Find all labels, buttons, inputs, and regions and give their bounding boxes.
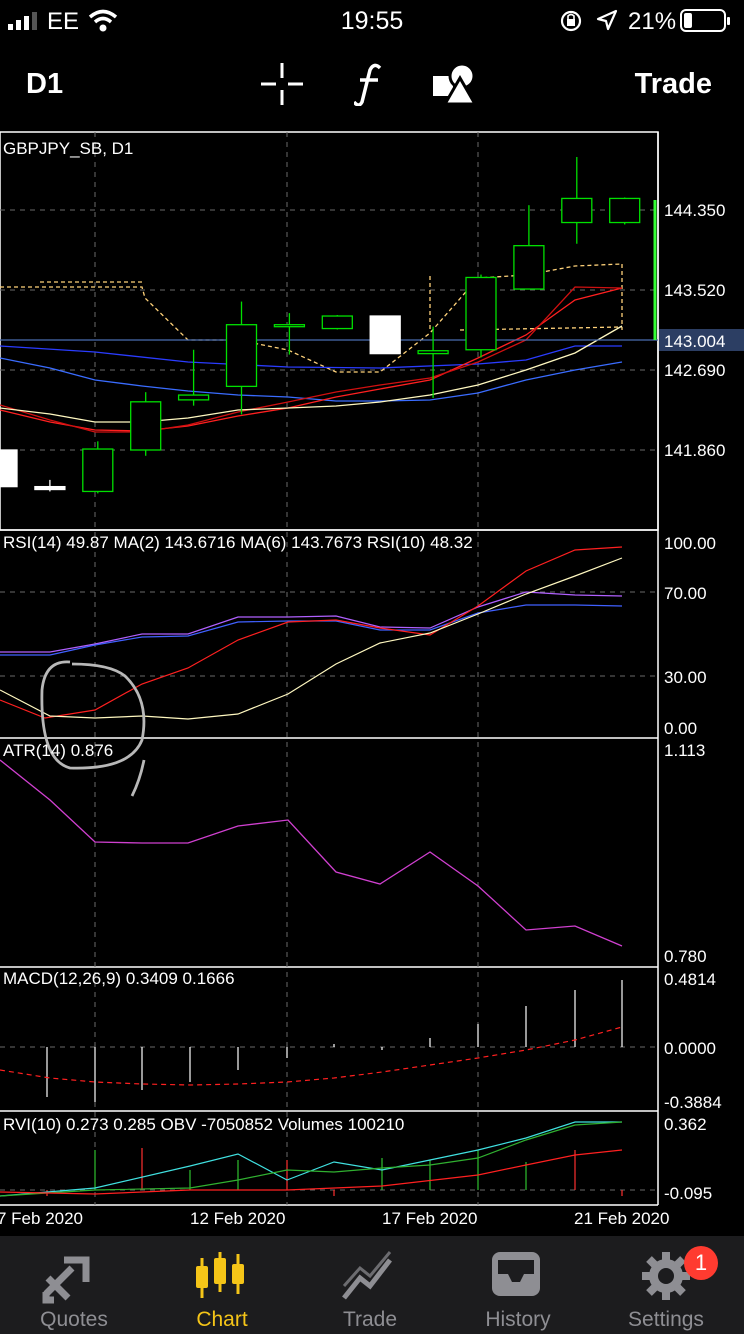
macd-tick: -0.3884 [664, 1093, 722, 1112]
horizontal-grid [0, 209, 658, 1191]
tab-trade[interactable]: Trade [296, 1236, 444, 1334]
tab-label: Settings [628, 1308, 704, 1331]
candle-body [609, 197, 641, 224]
candle-body [513, 245, 545, 290]
tab-chart[interactable]: Chart [148, 1236, 296, 1334]
price-tick: 143.520 [664, 281, 725, 300]
date-tick: 12 Feb 2020 [190, 1209, 285, 1228]
price-tick: 142.690 [664, 361, 725, 380]
candle-body [225, 324, 258, 388]
rsi-tick: 100.00 [664, 534, 716, 553]
candle-body [273, 324, 306, 328]
rvi-label: RVI(10) 0.273 0.285 OBV -7050852 Volumes… [3, 1115, 404, 1134]
candle-body [369, 315, 401, 355]
atr-label: ATR(14) 0.876 [3, 741, 113, 760]
vertical-grid [94, 132, 479, 1205]
tab-label: Chart [196, 1308, 248, 1331]
atr-tick: 0.780 [664, 947, 707, 966]
atr-tick: 1.113 [664, 741, 705, 760]
rsi-tick: 0.00 [664, 719, 697, 738]
date-tick: 7 Feb 2020 [0, 1209, 83, 1228]
macd-tick: 0.4814 [664, 970, 716, 989]
price-tick: 144.350 [664, 201, 725, 220]
candle-body [465, 276, 497, 351]
chart-area[interactable]: GBPJPY_SB, D1 RSI(14) 49.87 MA(2) 143.67… [0, 0, 744, 1236]
tab-bar: Quotes Chart Trade History Settings [0, 1236, 744, 1334]
date-tick: 21 Feb 2020 [574, 1209, 669, 1228]
date-tick: 17 Feb 2020 [382, 1209, 477, 1228]
candle-body [0, 449, 18, 488]
candle-body [82, 448, 114, 493]
rsi-tick: 70.00 [664, 584, 707, 603]
quotes-icon [42, 1256, 90, 1304]
tab-history[interactable]: History [444, 1236, 592, 1334]
candle-body [561, 197, 593, 224]
rsi-tick: 30.00 [664, 668, 707, 687]
candle-body [130, 401, 162, 451]
candle-body [417, 350, 449, 355]
current-price-label: 143.004 [664, 332, 725, 351]
tab-label: Trade [342, 1308, 398, 1331]
macd-signal-line [0, 1026, 623, 1086]
price-tick: 141.860 [664, 441, 725, 460]
rsi-label: RSI(14) 49.87 MA(2) 143.6716 MA(6) 143.7… [3, 533, 473, 552]
tab-label: History [485, 1308, 551, 1331]
atr-line [0, 759, 623, 947]
macd-label: MACD(12,26,9) 0.3409 0.1666 [3, 969, 235, 988]
hand-drawn-circle [40, 660, 146, 797]
candlesticks [0, 156, 641, 494]
rvi-tick: 0.362 [664, 1115, 707, 1134]
tab-quotes[interactable]: Quotes [0, 1236, 148, 1334]
candle-body [34, 485, 66, 491]
rvi-tick: -0.095 [664, 1184, 712, 1203]
tab-label: Quotes [40, 1308, 108, 1331]
macd-tick: 0.0000 [664, 1039, 716, 1058]
history-icon [492, 1252, 540, 1296]
candles-icon [196, 1252, 244, 1298]
trade-icon [342, 1251, 392, 1300]
candle-body [321, 315, 353, 330]
symbol-label: GBPJPY_SB, D1 [3, 139, 133, 158]
settings-badge: 1 [684, 1246, 718, 1280]
rsi-lines [0, 546, 623, 720]
candle-body [177, 394, 210, 401]
tab-settings[interactable]: Settings [592, 1236, 740, 1334]
macd-histogram [46, 980, 623, 1102]
